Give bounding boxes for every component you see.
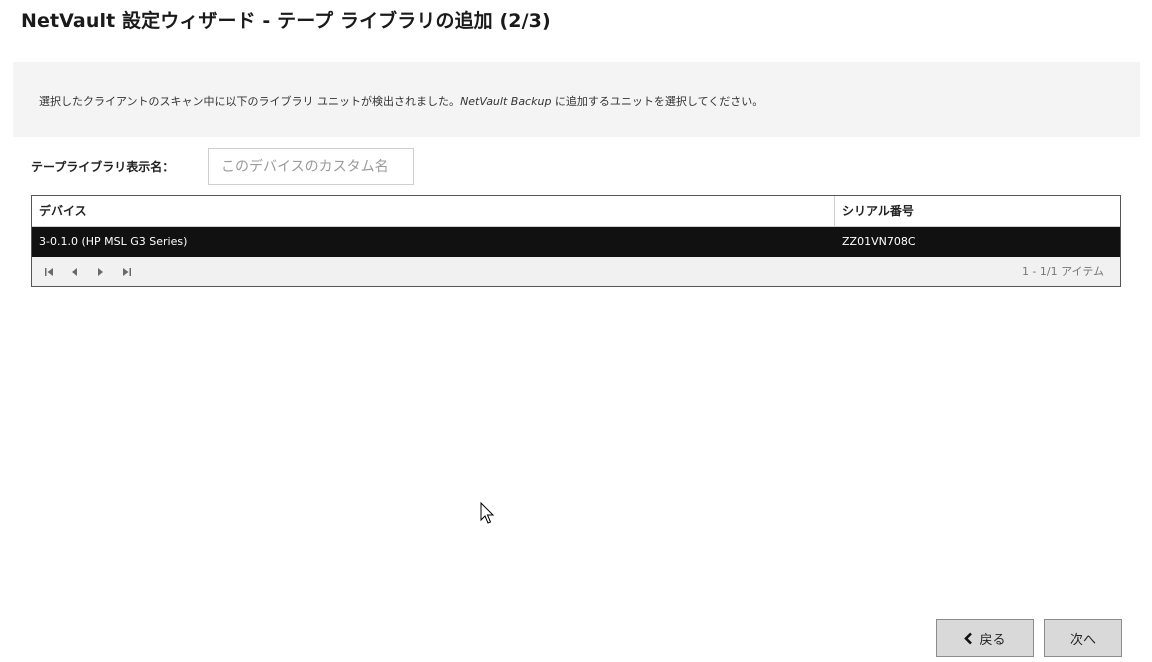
column-header-serial[interactable]: シリアル番号 (835, 196, 1120, 226)
next-page-icon[interactable] (91, 264, 109, 280)
prev-page-icon[interactable] (65, 264, 83, 280)
info-panel: 選択したクライアントのスキャン中に以下のライブラリ ユニットが検出されました。N… (13, 62, 1140, 137)
table-header: デバイス シリアル番号 (32, 196, 1120, 227)
last-page-icon[interactable] (117, 264, 135, 280)
page-title: NetVault 設定ウィザード - テープ ライブラリの追加 (2/3) (21, 10, 551, 32)
next-button[interactable]: 次へ (1044, 619, 1122, 657)
column-header-device[interactable]: デバイス (32, 196, 835, 226)
cell-serial: ZZ01VN708C (842, 235, 916, 248)
library-name-input[interactable] (208, 148, 414, 185)
back-button-label: 戻る (979, 632, 1006, 648)
library-name-label: テープライブラリ表示名： (31, 160, 175, 174)
info-message: 選択したクライアントのスキャン中に以下のライブラリ ユニットが検出されました。N… (39, 93, 763, 109)
wizard-page: NetVault 設定ウィザード - テープ ライブラリの追加 (2/3) 選択… (0, 0, 1152, 662)
table-row[interactable]: 3-0.1.0 (HP MSL G3 Series) ZZ01VN708C (32, 227, 1120, 257)
chevron-left-icon (964, 632, 973, 644)
back-button[interactable]: 戻る (936, 619, 1034, 657)
next-button-label: 次へ (1069, 632, 1096, 648)
table-pager: 1 - 1/1 アイテム (32, 257, 1120, 286)
info-text-before: 選択したクライアントのスキャン中に以下のライブラリ ユニットが検出されました。 (39, 95, 461, 108)
info-text-after: に追加するユニットを選択してください。 (551, 95, 764, 108)
mouse-cursor-icon (480, 502, 495, 524)
product-name: NetVault Backup (460, 95, 552, 108)
device-table: デバイス シリアル番号 3-0.1.0 (HP MSL G3 Series) Z… (31, 195, 1121, 287)
first-page-icon[interactable] (40, 264, 58, 280)
cell-device: 3-0.1.0 (HP MSL G3 Series) (39, 235, 188, 248)
pager-summary: 1 - 1/1 アイテム (1021, 265, 1104, 278)
